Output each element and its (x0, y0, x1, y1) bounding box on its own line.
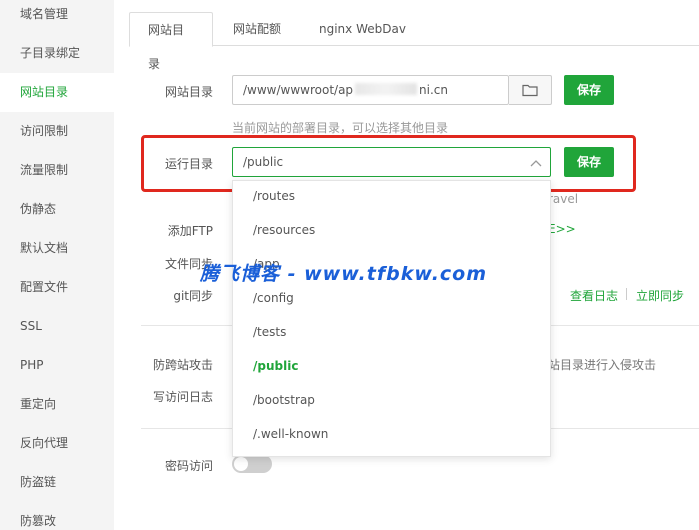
run-dir-hint: ravel (548, 192, 579, 206)
site-dir-value-end: ni.cn (419, 83, 449, 97)
sidebar-item-access-limit[interactable]: 访问限制 (0, 112, 114, 151)
sidebar-item-redirect[interactable]: 重定向 (0, 385, 114, 424)
run-dir-dropdown: /routes /resources /app /config /tests /… (232, 180, 551, 457)
site-dir-value-start: /www/wwwroot/ap (243, 83, 354, 97)
sidebar-item-ssl[interactable]: SSL (0, 307, 114, 346)
toggle-knob (234, 457, 248, 471)
sidebar-item-hotlink[interactable]: 防盗链 (0, 463, 114, 502)
tab-nginx-webdav[interactable]: nginx WebDav (301, 12, 424, 46)
sidebar-item-rewrite[interactable]: 伪静态 (0, 190, 114, 229)
chevron-up-icon (530, 160, 542, 167)
file-sync-label: 文件同步 (164, 257, 213, 271)
anti-xss-label: 防跨站攻击 (152, 358, 213, 372)
site-dir-hint: 当前网站的部署目录，可以选择其他目录 (232, 121, 449, 135)
folder-icon (522, 84, 538, 97)
sidebar-item-tamper-proof[interactable]: 防篡改 (0, 502, 114, 530)
run-dir-value: /public (243, 155, 284, 169)
dropdown-option-selected[interactable]: /public (233, 349, 550, 383)
sidebar-item-config-file[interactable]: 配置文件 (0, 268, 114, 307)
sync-now-link[interactable]: 立即同步 (636, 287, 684, 304)
sidebar-item-subdir-binding[interactable]: 子目录绑定 (0, 34, 114, 73)
run-dir-select[interactable]: /public (232, 147, 551, 177)
ftp-link[interactable]: E>> (548, 222, 576, 236)
password-access-toggle[interactable] (232, 455, 272, 473)
dropdown-option[interactable]: /tests (233, 315, 550, 349)
dropdown-option[interactable]: /config (233, 281, 550, 315)
sidebar: 域名管理 子目录绑定 网站目录 访问限制 流量限制 伪静态 默认文档 配置文件 … (0, 0, 114, 530)
dropdown-option[interactable]: /resources (233, 213, 550, 247)
dropdown-option[interactable]: /routes (233, 181, 550, 213)
password-access-label: 密码访问 (164, 459, 213, 473)
dropdown-option[interactable]: /.well-known (233, 417, 550, 451)
tab-bar: 网站目录 网站配额 nginx WebDav (129, 12, 699, 71)
sidebar-item-php[interactable]: PHP (0, 346, 114, 385)
run-dir-save-button[interactable]: 保存 (564, 147, 614, 177)
ftp-label: 添加FTP (167, 224, 213, 238)
tab-site-dir[interactable]: 网站目录 (129, 12, 213, 71)
site-dir-input[interactable]: /www/wwwroot/ap ni.cn (232, 75, 509, 105)
sidebar-item-traffic-limit[interactable]: 流量限制 (0, 151, 114, 190)
dropdown-option[interactable]: /bootstrap (233, 383, 550, 417)
site-dir-save-button[interactable]: 保存 (564, 75, 614, 105)
git-sync-label: git同步 (173, 289, 213, 303)
sidebar-item-site-dir[interactable]: 网站目录 (0, 73, 114, 112)
tab-site-quota[interactable]: 网站配额 (215, 12, 299, 46)
view-log-link[interactable]: 查看日志 (570, 287, 618, 304)
folder-picker-button[interactable] (509, 75, 552, 105)
access-log-label: 写访问日志 (152, 390, 213, 404)
watermark: 腾飞博客 - www.tfbkw.com (200, 263, 488, 285)
sidebar-item-reverse-proxy[interactable]: 反向代理 (0, 424, 114, 463)
run-dir-label: 运行目录 (164, 157, 213, 171)
sidebar-item-domain[interactable]: 域名管理 (0, 0, 114, 34)
sidebar-item-default-doc[interactable]: 默认文档 (0, 229, 114, 268)
anti-xss-hint: 站目录进行入侵攻击 (548, 358, 657, 372)
site-dir-label: 网站目录 (164, 85, 213, 99)
redacted-text (355, 83, 418, 95)
link-divider (626, 288, 627, 300)
